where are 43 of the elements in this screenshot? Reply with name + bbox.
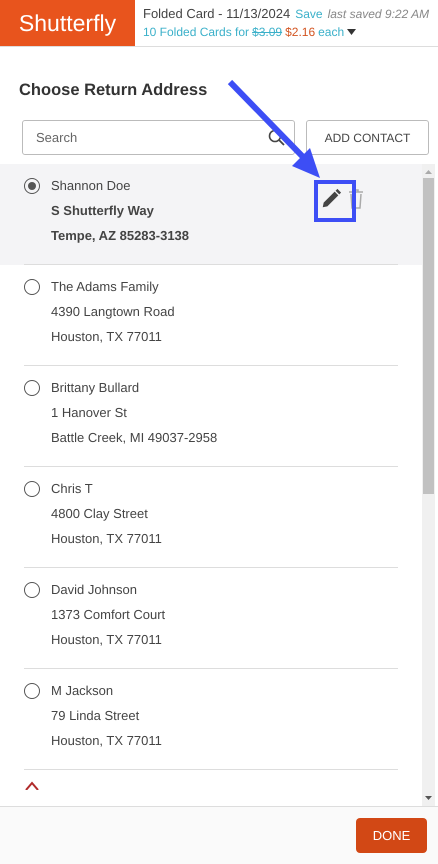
- shutterfly-logo: Shutterfly: [0, 0, 135, 46]
- search-field[interactable]: Search: [22, 120, 295, 155]
- contact-name: Chris T: [51, 480, 94, 497]
- caret-icon[interactable]: [347, 29, 356, 35]
- contact-name: The Adams Family: [51, 278, 160, 295]
- radio-button[interactable]: [24, 380, 40, 396]
- contact-street: 1 Hanover St: [51, 404, 128, 421]
- contact-city: Houston, TX 77011: [51, 732, 162, 749]
- contact-street: 79 Linda Street: [51, 707, 140, 724]
- radio-button[interactable]: [24, 683, 40, 699]
- radio-button[interactable]: [24, 582, 40, 598]
- done-button[interactable]: DONE: [356, 818, 427, 853]
- new-price: $2.16: [285, 25, 316, 39]
- offer-text: 10 Folded Cards for: [143, 25, 250, 39]
- contact-street: 4800 Clay Street: [51, 505, 149, 522]
- radio-button[interactable]: [24, 481, 40, 497]
- trash-icon[interactable]: [348, 188, 364, 210]
- contact-name: M Jackson: [51, 682, 114, 699]
- contact-name: David Johnson: [51, 581, 138, 598]
- dialog-title: Choose Return Address: [19, 81, 208, 100]
- contact-city: Houston, TX 77011: [51, 530, 162, 547]
- contact-street: 4390 Langtown Road: [51, 303, 175, 320]
- contact-city: Houston, TX 77011: [51, 328, 163, 345]
- scroll-down-icon[interactable]: [425, 796, 432, 800]
- contact-name: Shannon Doe: [51, 177, 132, 194]
- saved-status: last saved 9:22 AM: [328, 6, 430, 20]
- radio-button[interactable]: [24, 279, 40, 295]
- contact-city: Houston, TX 77011: [51, 631, 163, 648]
- contact-street: 1373 Comfort Court: [51, 606, 166, 623]
- project-title: Folded Card - 11/13/2024: [143, 6, 290, 21]
- contact-street: S Shutterfly Way: [51, 202, 155, 219]
- add-contact-button[interactable]: ADD CONTACT: [306, 120, 429, 155]
- old-price: $3.09: [252, 25, 282, 39]
- contact-name: Brittany Bullard: [51, 379, 140, 396]
- price-unit: each: [318, 25, 344, 39]
- contact-row[interactable]: Shannon Doe S Shutterfly Way Tempe, AZ 85283-3138: [0, 164, 422, 265]
- warning-icon: [24, 780, 40, 790]
- contact-city: Battle Creek, MI 49037-2958: [51, 429, 218, 446]
- radio-button[interactable]: [24, 178, 40, 194]
- contact-city: Tempe, AZ 85283-3138: [51, 227, 190, 244]
- search-icon[interactable]: [268, 129, 285, 146]
- edit-icon[interactable]: [320, 188, 342, 210]
- highlight-frame: [314, 180, 356, 222]
